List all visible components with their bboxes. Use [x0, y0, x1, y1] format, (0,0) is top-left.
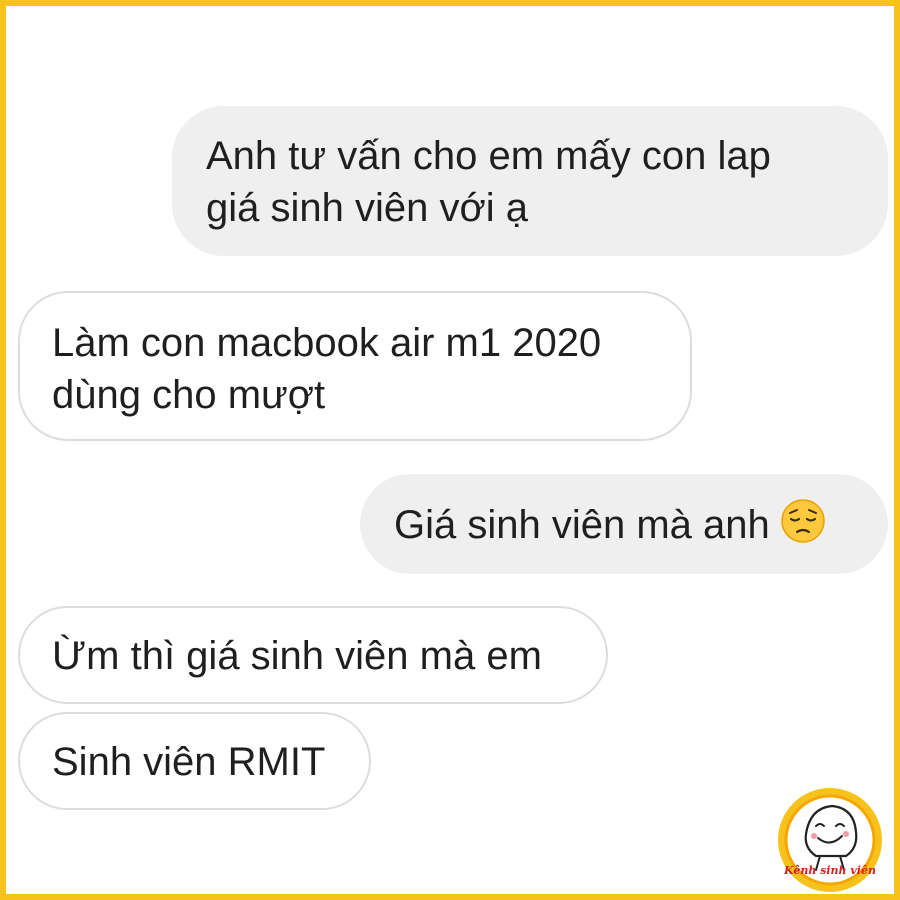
message-bubble-incoming[interactable]: Ừm thì giá sinh viên mà em [18, 606, 608, 704]
message-text: dùng cho mượt [52, 373, 326, 417]
message-text: Làm con macbook air m1 2020 [52, 321, 602, 365]
message-bubble-outgoing[interactable]: Anh tư vấn cho em mấy con lap giá sinh v… [172, 106, 888, 256]
message-text: Ừm thì giá sinh viên mà em [52, 634, 542, 678]
message-text: Sinh viên RMIT [52, 740, 326, 784]
message-bubble-incoming[interactable]: Làm con macbook air m1 2020 dùng cho mượ… [18, 291, 692, 441]
logo-text: Kênh sinh viên [784, 864, 876, 877]
kenh-sinh-vien-logo: Kênh sinh viên [776, 786, 884, 894]
mascot-face-icon [778, 788, 882, 892]
message-text: giá sinh viên với ạ [206, 186, 528, 230]
message-text: Anh tư vấn cho em mấy con lap [206, 134, 771, 178]
message-bubble-incoming[interactable]: Sinh viên RMIT [18, 712, 371, 810]
message-text: Giá sinh viên mà anh [394, 503, 770, 547]
chat-screenshot-frame: Anh tư vấn cho em mấy con lap giá sinh v… [0, 0, 900, 900]
message-bubble-outgoing[interactable]: Giá sinh viên mà anh [360, 474, 888, 574]
pensive-face-icon [781, 499, 825, 543]
